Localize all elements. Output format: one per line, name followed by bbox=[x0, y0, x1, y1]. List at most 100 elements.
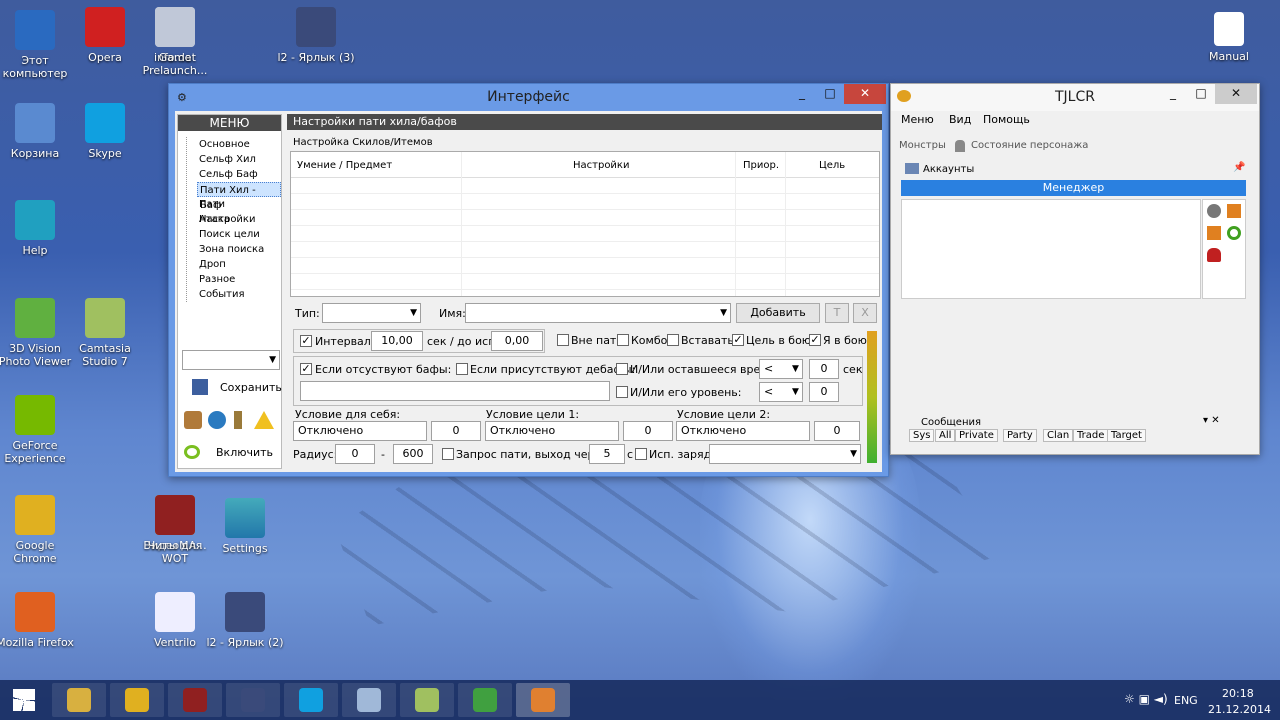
clock-time[interactable]: 20:18 bbox=[1222, 687, 1254, 700]
desktop-icon-l2[interactable]: l2 - Ярлык (3) bbox=[277, 7, 355, 64]
target-fight-checkbox[interactable]: ✓ bbox=[732, 334, 744, 346]
desktop-icon-ventrilo[interactable]: Ventrilo bbox=[136, 592, 214, 649]
me-fight-checkbox[interactable]: ✓ bbox=[809, 334, 821, 346]
desktop-icon-3dvision[interactable]: 3D Vision Photo Viewer bbox=[0, 298, 74, 368]
settings-gear-icon[interactable] bbox=[1207, 204, 1221, 218]
taskbar-app-camtasia[interactable] bbox=[400, 683, 454, 717]
tray-icons[interactable]: ☼ ▣ ◄) bbox=[1124, 692, 1168, 706]
interval-input[interactable]: 10,00 bbox=[371, 331, 423, 351]
target1-select[interactable]: Отключено bbox=[485, 421, 619, 441]
menu-item[interactable]: Сельф Баф bbox=[197, 167, 281, 182]
menu-item[interactable]: Разное bbox=[197, 272, 281, 287]
download-icon[interactable] bbox=[1207, 226, 1221, 240]
menu-item[interactable]: Поиск цели bbox=[197, 227, 281, 242]
taskbar-app-monitor[interactable] bbox=[342, 683, 396, 717]
taskbar-app-camera[interactable] bbox=[458, 683, 512, 717]
upload-icon[interactable] bbox=[1227, 204, 1241, 218]
menu-dropdown[interactable]: ▼ bbox=[182, 350, 280, 370]
pin-icon[interactable]: 📌 bbox=[1233, 162, 1245, 173]
character-icon[interactable] bbox=[184, 411, 202, 429]
interface-titlebar[interactable]: ⚙ Интерфейс _ □ ✕ bbox=[169, 84, 888, 111]
target2-value[interactable]: 0 bbox=[814, 421, 860, 441]
clock-date[interactable]: 21.12.2014 bbox=[1208, 703, 1271, 716]
time-left-checkbox[interactable] bbox=[616, 363, 628, 375]
globe-icon[interactable] bbox=[208, 411, 226, 429]
taskbar-app-chrome[interactable] bbox=[110, 683, 164, 717]
refresh-icon[interactable] bbox=[1227, 226, 1241, 240]
party-req-input[interactable]: 5 bbox=[589, 444, 625, 464]
t-button[interactable]: T bbox=[825, 303, 849, 323]
skills-table[interactable]: Умение / Предмет Настройки Приор. Цель bbox=[290, 151, 880, 297]
desktop-icon-firefox[interactable]: Mozilla Firefox bbox=[0, 592, 74, 649]
no-buffs-checkbox[interactable]: ✓ bbox=[300, 363, 312, 375]
radius-to-input[interactable]: 600 bbox=[393, 444, 433, 464]
use-charge-checkbox[interactable] bbox=[635, 448, 647, 460]
level-checkbox[interactable] bbox=[616, 386, 628, 398]
menu-item[interactable]: Пати Настройки bbox=[197, 197, 281, 225]
desktop-icon-chrome[interactable]: Google Chrome bbox=[0, 495, 74, 565]
char-state-tab[interactable]: Состояние персонажа bbox=[971, 140, 1088, 151]
desktop-icon-l2[interactable]: l2 - Ярлык (2) bbox=[206, 592, 284, 649]
name-select[interactable]: ▼ bbox=[465, 303, 731, 323]
insert-checkbox[interactable] bbox=[667, 334, 679, 346]
debuffs-checkbox[interactable] bbox=[456, 363, 468, 375]
menu-item[interactable]: Дроп bbox=[197, 257, 281, 272]
desktop-icon-skype[interactable]: Skype bbox=[66, 103, 144, 160]
save-button[interactable]: Сохранить bbox=[192, 378, 282, 400]
close-button[interactable]: ✕ bbox=[844, 84, 886, 104]
messages-tab[interactable]: Trade bbox=[1073, 429, 1109, 442]
messages-tab[interactable]: Clan bbox=[1043, 429, 1074, 442]
menu-item[interactable]: События bbox=[197, 287, 281, 302]
menu-item[interactable]: Зона поиска bbox=[197, 242, 281, 257]
level-value-input[interactable]: 0 bbox=[809, 382, 839, 402]
type-select[interactable]: ▼ bbox=[322, 303, 421, 323]
desktop-icon-computer[interactable]: Этот компьютер bbox=[0, 10, 74, 80]
before-input[interactable]: 0,00 bbox=[491, 331, 543, 351]
android-icon[interactable] bbox=[1207, 248, 1221, 262]
language-indicator[interactable]: ENG bbox=[1174, 694, 1198, 707]
time-value-input[interactable]: 0 bbox=[809, 359, 839, 379]
target1-value[interactable]: 0 bbox=[623, 421, 673, 441]
tjlcr-menu-item[interactable]: Меню bbox=[901, 113, 934, 126]
desktop-icon-settings[interactable]: Settings bbox=[206, 498, 284, 555]
taskbar-app-wot[interactable] bbox=[168, 683, 222, 717]
desktop-icon-manual[interactable]: Manual bbox=[1190, 12, 1268, 63]
warning-icon[interactable] bbox=[254, 411, 274, 429]
menu-item[interactable]: Основное bbox=[197, 137, 281, 152]
desktop-icon-wot[interactable]: Читы для WOT bbox=[136, 495, 214, 565]
messages-tab[interactable]: All bbox=[935, 429, 956, 442]
tjlcr-menu-item[interactable]: Помощь bbox=[983, 113, 1030, 126]
no-party-checkbox[interactable] bbox=[557, 334, 569, 346]
add-button[interactable]: Добавить bbox=[736, 303, 820, 323]
use-charge-select[interactable]: ▼ bbox=[709, 444, 861, 464]
desktop-icon-folder[interactable]: Game Prelaunch... bbox=[136, 7, 214, 77]
enable-button[interactable]: Включить bbox=[184, 443, 279, 463]
brush-icon[interactable] bbox=[234, 411, 242, 429]
menu-item[interactable]: Сельф Хил bbox=[197, 152, 281, 167]
messages-tab[interactable]: Party bbox=[1003, 429, 1037, 442]
column-settings[interactable]: Настройки bbox=[573, 160, 629, 171]
interval-checkbox[interactable]: ✓ bbox=[300, 335, 312, 347]
desktop-icon-recycle-bin[interactable]: Корзина bbox=[0, 103, 74, 160]
combo-checkbox[interactable] bbox=[617, 334, 629, 346]
tjlcr-titlebar[interactable]: TJLCR _ □ ✕ bbox=[891, 84, 1259, 111]
tjlcr-window[interactable]: TJLCR _ □ ✕ Меню Вид Помощь Монстры Состоя… bbox=[890, 83, 1260, 455]
taskbar-app-blender[interactable] bbox=[516, 683, 570, 717]
desktop-icon-opera[interactable]: Opera bbox=[66, 7, 144, 64]
monsters-tab[interactable]: Монстры bbox=[899, 140, 946, 151]
messages-tab[interactable]: Sys bbox=[909, 429, 935, 442]
tjlcr-menu-item[interactable]: Вид bbox=[949, 113, 971, 126]
column-priority[interactable]: Приор. bbox=[743, 160, 779, 171]
desktop-icon-geforce[interactable]: GeForce Experience bbox=[0, 395, 74, 465]
desktop-icon-camtasia[interactable]: Camtasia Studio 7 bbox=[66, 298, 144, 368]
buffs-input[interactable] bbox=[300, 381, 610, 401]
party-req-checkbox[interactable] bbox=[442, 448, 454, 460]
taskbar-app-skype[interactable] bbox=[284, 683, 338, 717]
taskbar-app-l2[interactable] bbox=[226, 683, 280, 717]
manager-list[interactable] bbox=[901, 199, 1201, 299]
taskbar-app-explorer[interactable] bbox=[52, 683, 106, 717]
messages-controls[interactable]: ▾ ✕ bbox=[1203, 415, 1220, 426]
menu-item[interactable]: Пати Хил - Баф bbox=[197, 182, 281, 211]
tjlcr-close-button[interactable]: ✕ bbox=[1215, 84, 1257, 104]
messages-tab[interactable]: Target bbox=[1107, 429, 1146, 442]
